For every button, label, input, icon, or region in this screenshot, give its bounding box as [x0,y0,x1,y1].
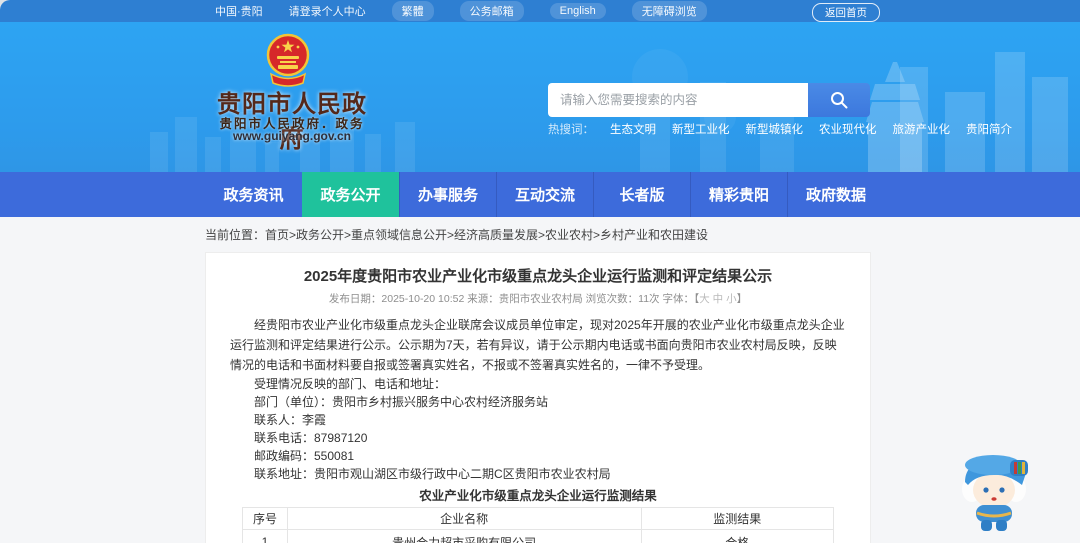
hot-search-label: 热搜词： [548,124,594,136]
nav-item-wonderful-guiyang[interactable]: 精彩贵阳 [690,172,787,217]
font-size-small-button[interactable]: 小 [726,293,737,305]
hot-search-row: 热搜词： 生态文明 新型工业化 新型城镇化 农业现代化 旅游产业化 贵阳简介 [548,121,1012,137]
nav-item-news[interactable]: 政务资讯 [205,172,302,217]
view-count: 浏览次数：11次 [585,293,660,305]
cell-index: 1 [242,529,288,543]
search-icon [831,92,848,109]
nav-item-gov-data[interactable]: 政府数据 [787,172,884,217]
nav-item-interaction[interactable]: 互动交流 [496,172,593,217]
article-line-postcode: 邮政编码：550081 [254,449,355,463]
font-size-label-close: 】 [736,293,748,305]
main-nav: 政务资讯 政务公开 办事服务 互动交流 长者版 精彩贵阳 政府数据 [0,172,1080,217]
topbar-item-english[interactable]: English [549,3,606,19]
publish-date: 发布日期：2025-10-20 10:52 [328,293,465,305]
article-title: 2025年度贵阳市农业产业化市级重点龙头企业运行监测和评定结果公示 [303,268,773,285]
article-line-department: 部门（单位）：贵阳市乡村振兴服务中心农村经济服务站 [254,395,549,409]
site-banner: 贵阳市人民政府 贵阳市人民政府．政务 www.guiyang.gov.cn 热搜… [0,22,1080,172]
article-body: 经贵阳市农业产业化市级重点龙头企业联席会议成员单位审定，现对2025年开展的农业… [230,315,846,543]
site-url[interactable]: www.guiyang.gov.cn [207,129,377,143]
cell-result: 合格 [640,529,834,543]
browser-page: 中国·贵阳 请登录个人中心 繁體 公务邮箱 English 无障碍浏览 返回首页 [0,0,1080,543]
nav-item-senior-version[interactable]: 长者版 [593,172,690,217]
font-size-medium-button[interactable]: 中 [713,293,724,305]
cell-company: 贵州合力超市采购有限公司 [286,529,642,543]
breadcrumb: 当前位置： 首页>政务公开>重点领域信息公开>经济高质量发展>农业农村>乡村产业… [0,217,1080,251]
topbar-item-official-mail[interactable]: 公务邮箱 [459,1,524,21]
article-line-accept-info: 受理情况反映的部门、电话和地址： [254,377,447,391]
mascot-icon [962,455,1028,531]
topbar-item-china-guiyang[interactable]: 中国·贵阳 [215,3,263,19]
topbar-item-accessibility[interactable]: 无障碍浏览 [631,1,707,21]
article-meta: 发布日期：2025-10-20 10:52 来源：贵阳市农业农村局 浏览次数：1… [230,292,846,306]
font-size-large-button[interactable]: 大 [699,293,710,305]
hot-word-industrialization[interactable]: 新型工业化 [672,121,730,137]
return-home-button[interactable]: 返回首页 [812,3,880,22]
nav-item-gov-disclosure[interactable]: 政务公开 [302,172,399,217]
header-company-name: 企业名称 [286,507,642,530]
article-paragraph: 经贵阳市农业产业化市级重点龙头企业联席会议成员单位审定，现对2025年开展的农业… [230,318,845,372]
search-bar [548,83,870,117]
header-index: 序号 [242,507,288,530]
topbar-item-login-personal-center[interactable]: 请登录个人中心 [289,3,366,19]
search-input[interactable] [548,83,808,117]
article-card: 2025年度贵阳市农业产业化市级重点龙头企业运行监测和评定结果公示 发布日期：2… [205,252,871,543]
breadcrumb-label: 当前位置： [205,227,266,242]
city-skyline-graphic [150,49,1068,172]
topbar-item-traditional-chinese[interactable]: 繁體 [391,1,434,21]
article-source: 来源：贵阳市农业农村局 [467,293,583,305]
assistant-mascot[interactable] [955,449,1037,538]
hot-word-guiyang-intro[interactable]: 贵阳简介 [966,121,1012,137]
article-line-contact-person: 联系人：李霞 [254,413,327,427]
monitor-result-table: 序号 企业名称 监测结果 1 贵州合力超市采购有限公司 合格 2 贵州友禾种业有… [242,507,834,543]
hot-word-ecology[interactable]: 生态文明 [610,121,656,137]
article-line-phone: 联系电话：87987120 [254,431,368,445]
article-line-address: 联系地址：贵阳市观山湖区市级行政中心二期C区贵阳市农业农村局 [254,467,611,481]
hot-word-tourism[interactable]: 旅游产业化 [893,121,951,137]
font-size-label: 字体：【 [662,293,700,305]
table-row: 1 贵州合力超市采购有限公司 合格 [242,529,834,543]
national-emblem-icon [266,33,310,87]
nav-item-services[interactable]: 办事服务 [399,172,496,217]
top-utility-bar: 中国·贵阳 请登录个人中心 繁體 公务邮箱 English 无障碍浏览 返回首页 [0,0,1080,22]
table-header-row: 序号 企业名称 监测结果 [242,507,834,530]
hot-word-agriculture[interactable]: 农业现代化 [819,121,877,137]
search-button[interactable] [808,83,870,117]
header-monitor-result: 监测结果 [640,507,834,530]
breadcrumb-path[interactable]: 首页>政务公开>重点领域信息公开>经济高质量发展>农业农村>乡村产业和农田建设 [265,226,708,243]
table-caption: 农业产业化市级重点龙头企业运行监测结果 [419,489,657,503]
hot-word-urbanization[interactable]: 新型城镇化 [746,121,804,137]
